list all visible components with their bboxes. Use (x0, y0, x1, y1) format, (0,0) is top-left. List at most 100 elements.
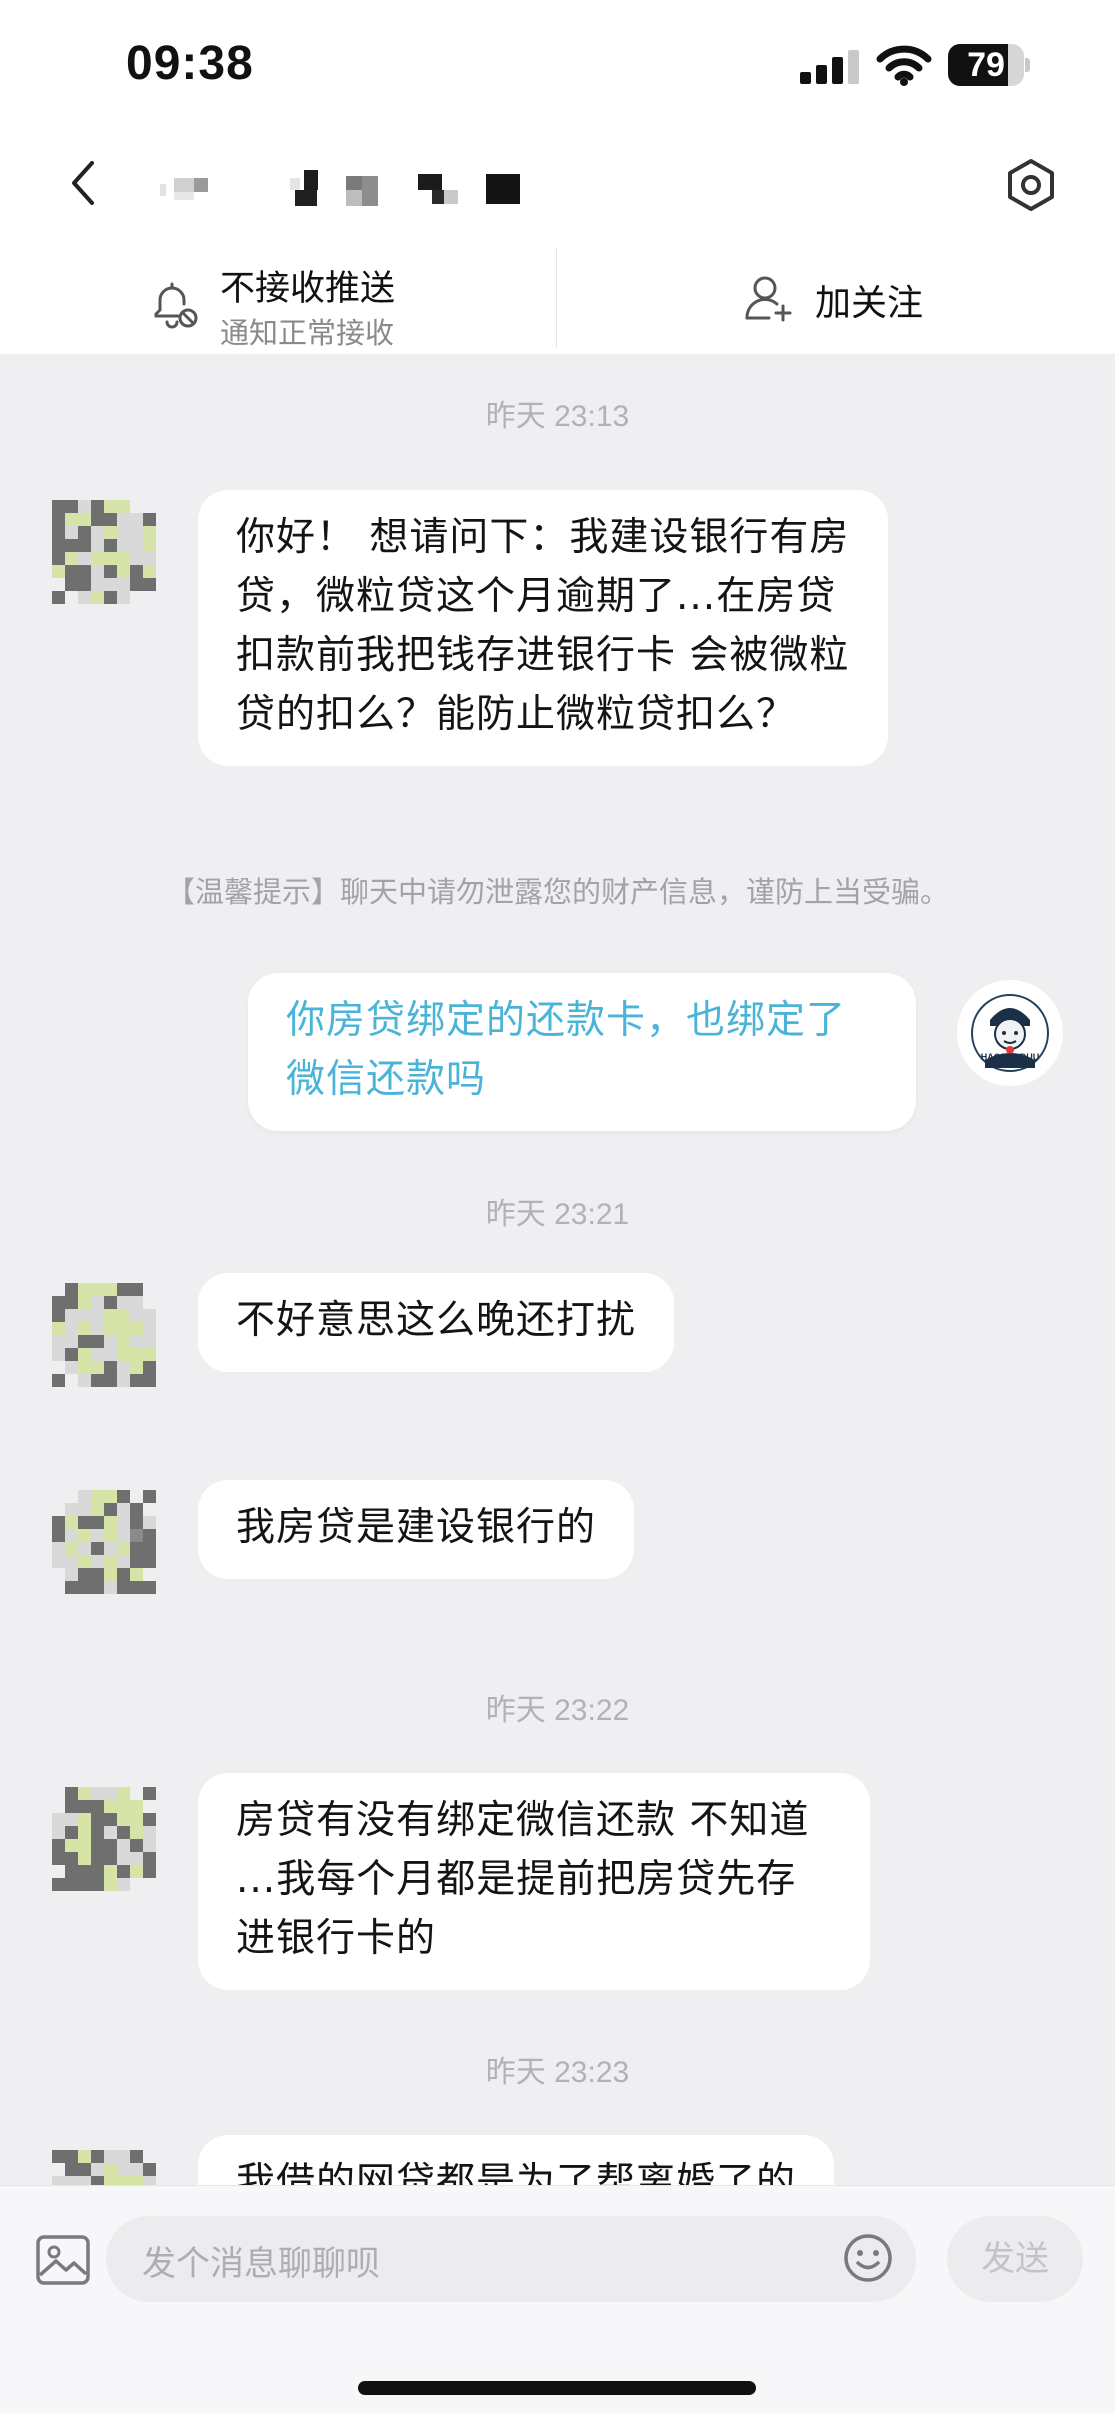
avatar-pixel (130, 1296, 143, 1309)
avatar-pixel (117, 1787, 130, 1800)
avatar-pixel (104, 1555, 117, 1568)
push-setting-subtitle: 通知正常接收 (220, 316, 395, 350)
avatar-pixel (104, 526, 117, 539)
back-button[interactable] (48, 148, 118, 218)
avatar-pixel (117, 1800, 130, 1813)
avatar-pixel (65, 1348, 78, 1361)
avatar-pixel (117, 591, 130, 604)
avatar-pixel (104, 578, 117, 591)
my-avatar[interactable]: HAORENDUU (957, 980, 1063, 1086)
contact-avatar[interactable] (52, 500, 156, 604)
avatar-pixel (52, 552, 65, 565)
avatar-pixel (91, 513, 104, 526)
avatar-pixel (91, 1826, 104, 1839)
avatar-pixel (78, 1826, 91, 1839)
avatar-pixel (78, 1542, 91, 1555)
avatar-pixel (78, 1322, 91, 1335)
message-bubble[interactable]: 不好意思这么晚还打扰 (198, 1273, 675, 1372)
avatar-pixel (65, 1361, 78, 1374)
avatar-pixel (52, 565, 65, 578)
avatar-pixel (52, 526, 65, 539)
message-input-placeholder: 发个消息聊聊呗 (142, 2244, 380, 2284)
contact-avatar[interactable] (52, 1490, 156, 1594)
avatar-pixel (78, 1374, 91, 1387)
avatar-pixel (65, 1800, 78, 1813)
avatar-pixel (78, 1555, 91, 1568)
avatar-pixel (143, 526, 156, 539)
avatar-pixel (143, 1852, 156, 1865)
contact-avatar[interactable] (52, 2150, 156, 2185)
avatar-pixel (104, 1516, 117, 1529)
settings-button[interactable] (996, 150, 1066, 220)
avatar-pixel (130, 1309, 143, 1322)
avatar-pixel (78, 2163, 91, 2176)
avatar-pixel (65, 1555, 78, 1568)
image-icon[interactable] (34, 2231, 92, 2289)
avatar-pixel (117, 565, 130, 578)
avatar-pixel (130, 1800, 143, 1813)
avatar-pixel (78, 539, 91, 552)
push-setting-button[interactable]: 不接收推送 通知正常接收 (140, 250, 540, 350)
contact-avatar[interactable] (52, 1283, 156, 1387)
my-message-bubble[interactable]: 你房贷绑定的还款卡，也绑定了微信还款吗 (248, 973, 916, 1131)
message-bubble[interactable]: 我借的网贷都是为了帮离婚了的 (198, 2135, 835, 2185)
avatar-pixel (143, 1361, 156, 1374)
avatar-pixel (143, 552, 156, 565)
avatar-pixel (104, 1283, 117, 1296)
avatar-pixel (78, 2150, 91, 2163)
avatar-pixel (78, 1361, 91, 1374)
avatar-pixel (52, 1542, 65, 1555)
avatar-pixel (104, 1348, 117, 1361)
avatar-pixel (65, 1852, 78, 1865)
avatar-pixel (117, 1813, 130, 1826)
smiley-icon[interactable] (840, 2230, 896, 2286)
avatar-pixel (117, 1322, 130, 1335)
avatar-pixel (91, 1529, 104, 1542)
hexagon-gear-icon (1008, 159, 1054, 211)
chat-message-list[interactable]: 昨天 23:13 你好！ 想请问下：我建设银行有房贷，微粒贷这个月逾期了...在… (0, 355, 1115, 2185)
avatar-pixel (65, 1813, 78, 1826)
avatar-pixel (91, 539, 104, 552)
chat-header (0, 130, 1115, 240)
follow-button[interactable]: 加关注 (735, 260, 955, 332)
avatar-pixel (143, 1322, 156, 1335)
message-bubble[interactable]: 我房贷是建设银行的 (198, 1480, 635, 1579)
avatar-pixel (91, 1348, 104, 1361)
avatar-pixel (91, 1852, 104, 1865)
contact-name-redacted (160, 170, 540, 210)
avatar-pixel (130, 565, 143, 578)
avatar-pixel (104, 1309, 117, 1322)
avatar-pixel (91, 1787, 104, 1800)
avatar-pixel (91, 1800, 104, 1813)
avatar-pixel (117, 2176, 130, 2185)
avatar-pixel (52, 1852, 65, 1865)
avatar-pixel (91, 1296, 104, 1309)
avatar-pixel (104, 1542, 117, 1555)
avatar-pixel (78, 1878, 91, 1891)
message-bubble[interactable]: 你好！ 想请问下：我建设银行有房贷，微粒贷这个月逾期了...在房贷扣款前我把钱存… (198, 490, 888, 766)
avatar-pixel (130, 2176, 143, 2185)
send-button[interactable]: 发送 (947, 2216, 1083, 2302)
message-input[interactable]: 发个消息聊聊呗 (106, 2216, 916, 2302)
avatar-pixel (91, 591, 104, 604)
follow-label: 加关注 (815, 283, 924, 324)
avatar-pixel (104, 1839, 117, 1852)
message-bubble[interactable]: 房贷有没有绑定微信还款 不知道 ...我每个月都是提前把房贷先存进银行卡的 (198, 1773, 870, 1990)
avatar-pixel (143, 1865, 156, 1878)
contact-avatar[interactable] (52, 1787, 156, 1891)
avatar-pixel (117, 1516, 130, 1529)
avatar-pixel (117, 1296, 130, 1309)
avatar-pixel (104, 513, 117, 526)
avatar-pixel (130, 526, 143, 539)
avatar-pixel (104, 1865, 117, 1878)
avatar-pixel (130, 1826, 143, 1839)
my-avatar-text: HAORENDUU (981, 1052, 1040, 1062)
avatar-pixel (117, 1826, 130, 1839)
home-indicator (358, 2381, 756, 2395)
divider (556, 248, 557, 348)
avatar-pixel (143, 578, 156, 591)
avatar-pixel (117, 1374, 130, 1387)
avatar-pixel (78, 1787, 91, 1800)
avatar-pixel (130, 1529, 143, 1542)
subscription-bar: 不接收推送 通知正常接收 加关注 (0, 240, 1115, 355)
